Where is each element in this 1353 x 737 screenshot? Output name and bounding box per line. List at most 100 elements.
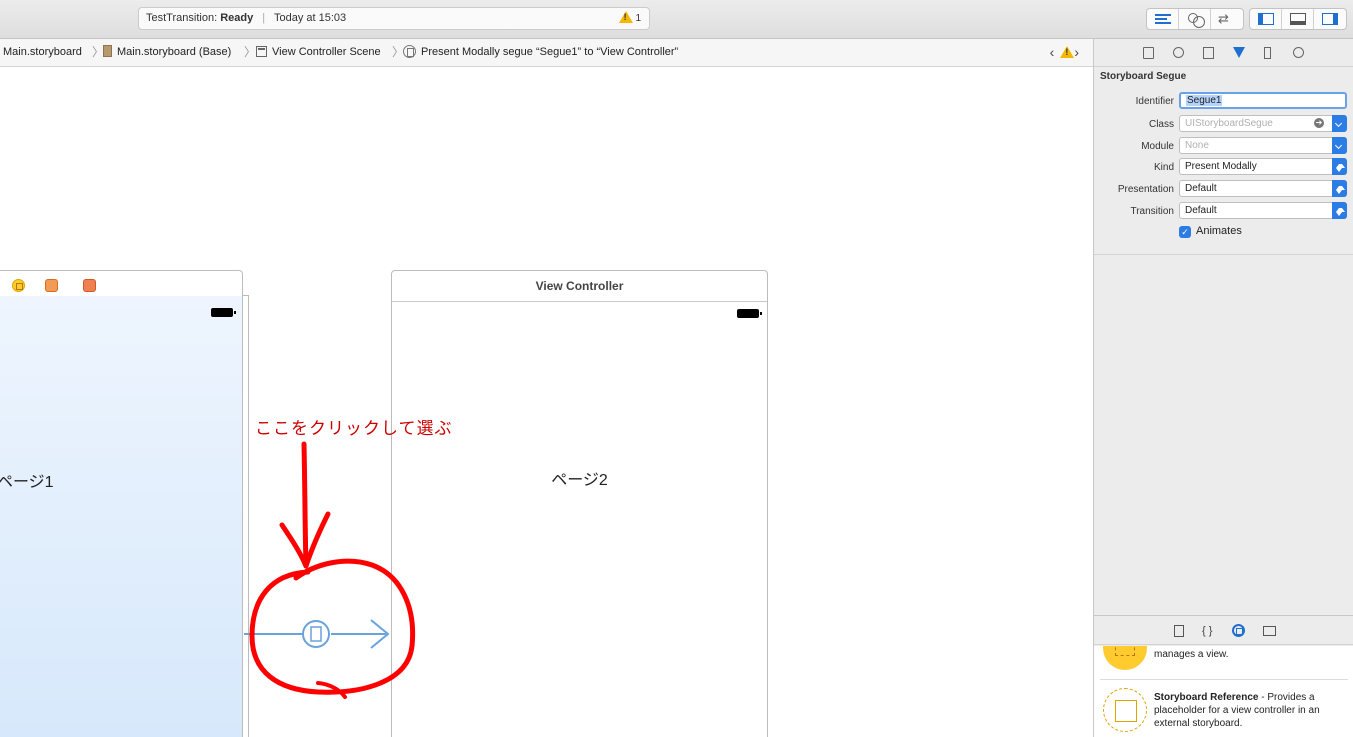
class-label: Class: [1148, 119, 1174, 130]
quick-help-icon[interactable]: [1173, 47, 1184, 58]
annotation-text: ここをクリックして選ぶ: [255, 419, 453, 439]
animates-label: Animates: [1196, 225, 1242, 237]
go-to-class-icon[interactable]: ➔: [1314, 118, 1324, 128]
identity-inspector-icon[interactable]: [1203, 47, 1214, 59]
animates-checkbox[interactable]: ✓: [1179, 226, 1191, 238]
breadcrumb-item-scene-label: View Controller Scene: [272, 46, 381, 58]
module-placeholder: None: [1185, 140, 1209, 151]
transition-value: Default: [1185, 205, 1217, 216]
presentation-select[interactable]: Default: [1179, 180, 1347, 197]
file-template-icon[interactable]: [1174, 625, 1184, 637]
media-library-icon[interactable]: [1263, 626, 1276, 636]
activity-viewer[interactable]: TestTransition: Ready | Today at 15:03 1: [138, 7, 650, 30]
kind-value: Present Modally: [1185, 161, 1257, 172]
kind-select[interactable]: Present Modally: [1179, 158, 1347, 175]
object-library-icon[interactable]: [1232, 624, 1245, 637]
list-item-description: manages a view.: [1154, 649, 1229, 660]
attributes-inspector-icon[interactable]: [1233, 47, 1245, 58]
navigator-toggle-button[interactable]: [1250, 9, 1282, 29]
jumpbar-nav: ‹›: [1050, 39, 1085, 66]
version-editor-button[interactable]: ⇄: [1211, 9, 1243, 29]
warning-indicator[interactable]: 1: [618, 8, 641, 29]
presentation-value: Default: [1185, 183, 1217, 194]
debug-panel-icon: [1290, 13, 1306, 25]
version-editor-icon: ⇄: [1218, 11, 1229, 26]
utilities-toggle-button[interactable]: [1314, 9, 1346, 29]
storyboard-canvas[interactable]: ページ1 View Controller ページ2 ここをクリックして選ぶ: [0, 68, 1093, 737]
module-field[interactable]: None: [1179, 137, 1347, 154]
breadcrumb-item-scene[interactable]: View Controller Scene: [256, 39, 381, 66]
section-title: Storyboard Segue: [1100, 71, 1187, 82]
assistant-editor-icon: [1188, 13, 1205, 28]
class-placeholder: UIStoryboardSegue: [1185, 118, 1273, 129]
build-time: Today at 15:03: [274, 12, 347, 24]
separator: |: [262, 12, 266, 24]
breadcrumb-item-segue[interactable]: Present Modally segue “Segue1” to “View …: [403, 39, 678, 66]
debug-toggle-button[interactable]: [1282, 9, 1314, 29]
storyboard-reference-icon: [1103, 688, 1147, 732]
view-controller-object-icon: [1103, 646, 1147, 670]
toolbar: TestTransition: Ready | Today at 15:03 1…: [0, 0, 1353, 39]
navigator-panel-icon: [1258, 13, 1274, 25]
panel-toggle-control: [1249, 8, 1347, 30]
assistant-editor-button[interactable]: [1179, 9, 1211, 29]
breadcrumb-item-segue-label: Present Modally segue “Segue1” to “View …: [421, 46, 679, 58]
class-field[interactable]: UIStoryboardSegue ➔: [1179, 115, 1347, 132]
connections-inspector-icon[interactable]: [1293, 47, 1304, 58]
breadcrumb-item-base[interactable]: Main.storyboard (Base): [103, 39, 231, 66]
warning-icon[interactable]: [1060, 46, 1075, 58]
editor-mode-control: ⇄: [1146, 8, 1244, 30]
transition-select[interactable]: Default: [1179, 202, 1347, 219]
kind-label: Kind: [1153, 162, 1174, 173]
warning-icon: [618, 11, 633, 23]
list-item-description: Storyboard Reference - Provides a placeh…: [1154, 692, 1320, 729]
identifier-value: Segue1: [1186, 95, 1223, 106]
breadcrumb-item-base-label: Main.storyboard (Base): [117, 46, 232, 58]
code-snippet-icon[interactable]: { }: [1202, 625, 1212, 637]
segue-icon: [403, 45, 416, 58]
storyboard-file-icon: [103, 45, 112, 57]
scene2-view-controller[interactable]: View Controller ページ2: [391, 270, 768, 737]
breadcrumb: Main.storyboard 〉 Main.storyboard (Base)…: [0, 39, 1093, 67]
updown-chevron-icon: [1332, 180, 1347, 197]
chevron-left-icon[interactable]: ‹: [1050, 44, 1061, 60]
project-name: TestTransition:: [146, 12, 218, 24]
module-label: Module: [1141, 141, 1174, 152]
transition-label: Transition: [1130, 206, 1174, 217]
build-status: Ready: [220, 12, 254, 24]
battery-icon: [737, 309, 762, 318]
breadcrumb-item-file[interactable]: Main.storyboard: [3, 39, 82, 66]
library-tabs: { }: [1094, 615, 1353, 645]
file-inspector-icon[interactable]: [1143, 47, 1154, 59]
utilities-panel-icon: [1322, 13, 1338, 25]
presentation-label: Presentation: [1117, 184, 1174, 195]
scene2-label: ページ2: [551, 472, 608, 489]
battery-icon: [211, 308, 236, 317]
standard-editor-icon: [1155, 14, 1171, 24]
identifier-label: Identifier: [1135, 96, 1174, 107]
scene1-label: ページ1: [0, 474, 54, 491]
size-inspector-icon[interactable]: [1264, 47, 1271, 59]
warning-count: 1: [635, 13, 641, 24]
divider: [1100, 679, 1348, 680]
exit-icon[interactable]: [83, 279, 96, 292]
chevron-down-icon[interactable]: [1332, 115, 1347, 132]
first-responder-icon[interactable]: [45, 279, 58, 292]
chevron-down-icon[interactable]: [1332, 137, 1347, 154]
updown-chevron-icon: [1332, 202, 1347, 219]
xcode-window: TestTransition: Ready | Today at 15:03 1…: [0, 0, 1353, 737]
updown-chevron-icon: [1332, 158, 1347, 175]
object-library-list: manages a view. Storyboard Reference - P…: [1094, 646, 1353, 737]
scene-icon: [256, 46, 267, 57]
divider: [1094, 254, 1353, 255]
attributes-inspector: Storyboard Segue Identifier Segue1 Class…: [1093, 39, 1353, 737]
scene1-view[interactable]: [0, 296, 243, 737]
standard-editor-button[interactable]: [1147, 9, 1179, 29]
identifier-field[interactable]: Segue1: [1179, 92, 1347, 109]
scene2-title[interactable]: View Controller: [392, 271, 767, 302]
chevron-right-icon: 〉: [244, 45, 257, 59]
chevron-right-icon[interactable]: ›: [1074, 44, 1085, 60]
inspector-tabs: [1094, 39, 1353, 67]
view-controller-icon[interactable]: [12, 279, 25, 292]
scene1-dock[interactable]: [0, 270, 243, 296]
